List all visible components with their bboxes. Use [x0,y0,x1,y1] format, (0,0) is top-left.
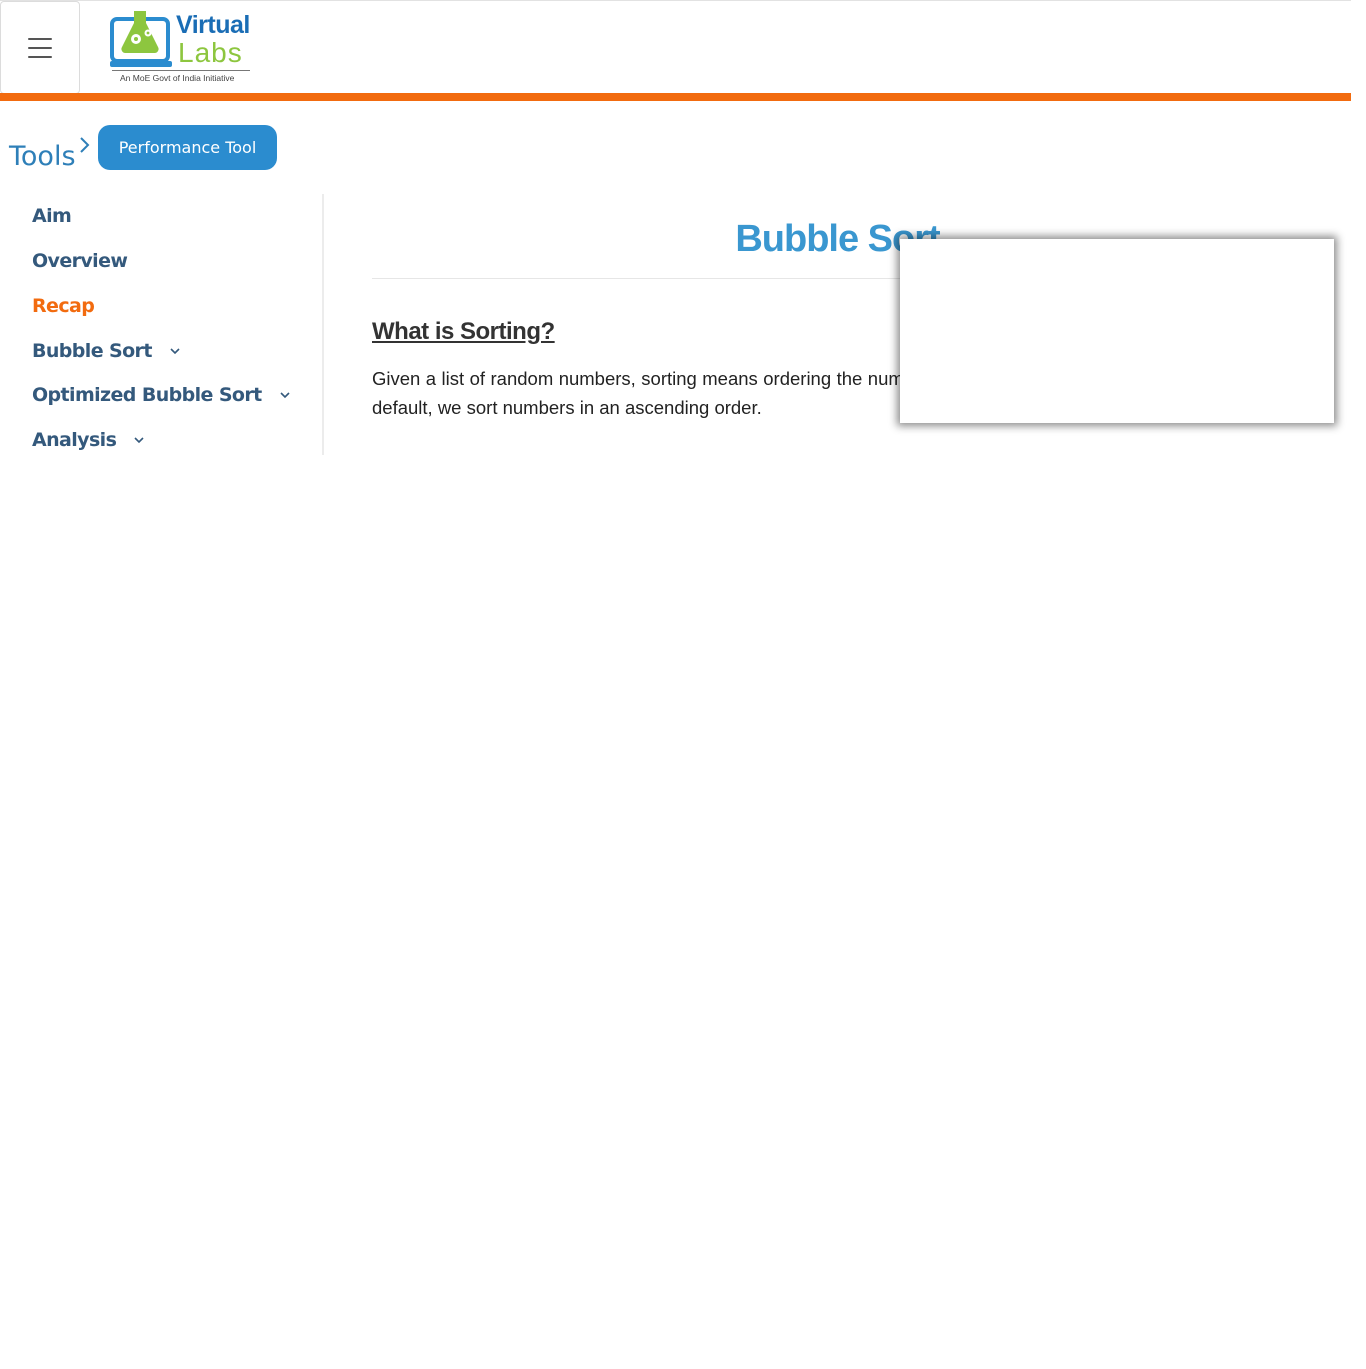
chevron-down-icon[interactable] [280,391,290,399]
sidebar-item-label: Aim [32,205,72,227]
top-header: Virtual Labs An MoE Govt of India Initia… [0,0,1351,94]
logo-divider [112,70,250,71]
virtual-labs-logo[interactable]: Virtual Labs An MoE Govt of India Initia… [80,1,283,94]
logo-word-labs: Labs [178,37,243,68]
sidebar-item-bubble-sort[interactable]: Bubble Sort [32,340,180,362]
blank-overlay-panel[interactable] [900,239,1334,423]
header-accent-bar [0,93,1351,101]
logo-word-virtual: Virtual [176,11,250,39]
performance-tool-button[interactable]: Performance Tool [98,125,277,170]
sidebar-item-label: Bubble Sort [32,340,152,362]
sidebar-item-optimized-bubble-sort[interactable]: Optimized Bubble Sort [32,384,290,406]
sidebar-item-label: Overview [32,250,128,272]
breadcrumb-tools-link[interactable]: Tools [9,141,76,172]
sidebar-item-overview[interactable]: Overview [32,250,128,272]
sidebar-item-analysis[interactable]: Analysis [32,429,144,451]
sidebar-item-label: Recap [32,295,95,317]
flask-laptop-icon [110,11,172,67]
sidebar-item-label: Analysis [32,429,117,451]
sidebar-nav: Aim Overview Recap Bubble Sort Optimized… [0,194,324,455]
sidebar-item-aim[interactable]: Aim [32,205,72,227]
logo-tagline: An MoE Govt of India Initiative [120,73,235,83]
hamburger-menu-icon[interactable] [0,1,80,94]
chevron-down-icon[interactable] [170,347,180,355]
chevron-right-icon [80,137,90,153]
sidebar-item-label: Optimized Bubble Sort [32,384,262,406]
section-heading: What is Sorting? [372,318,555,345]
chevron-down-icon[interactable] [134,436,144,444]
sidebar-item-recap[interactable]: Recap [32,295,95,317]
